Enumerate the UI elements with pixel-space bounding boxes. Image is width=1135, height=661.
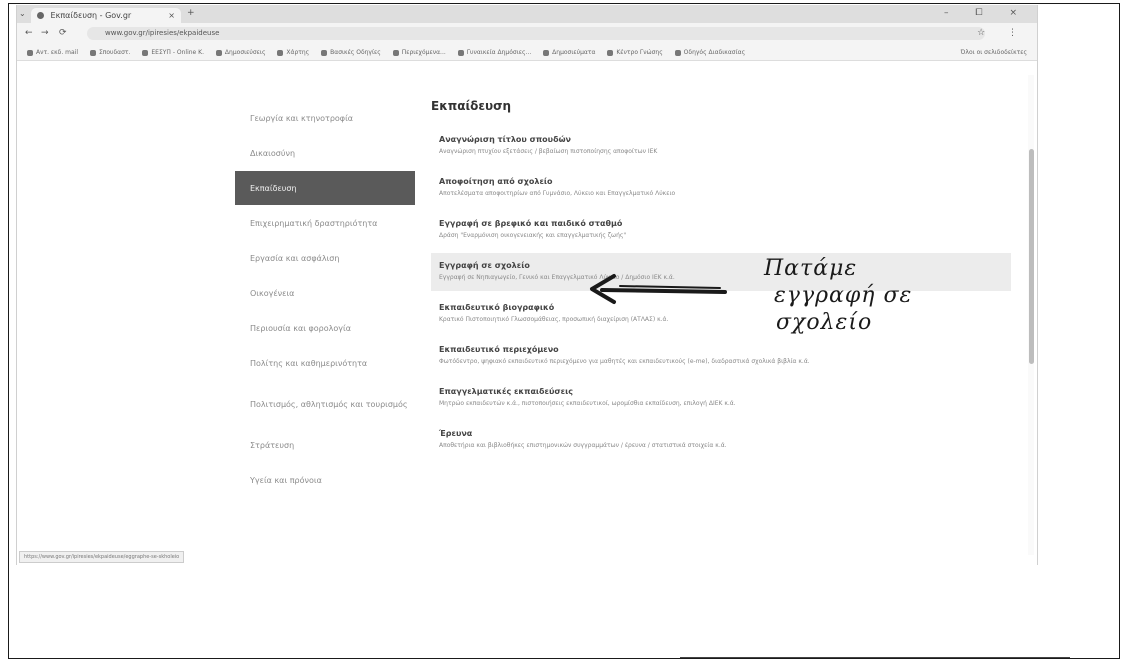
entry-title: Έρευνα	[439, 429, 473, 438]
back-icon[interactable]: ←	[25, 28, 33, 38]
tab-education[interactable]: Εκπαίδευση - Gov.gr ×	[31, 8, 181, 23]
sidebar-item-culture[interactable]: Πολιτισμός, αθλητισμός και τουρισμός	[235, 381, 415, 427]
bookmark-icon	[543, 49, 550, 56]
bookmark-icon	[27, 49, 33, 56]
tab-strip: ⌄ Εκπαίδευση - Gov.gr × + – ⧠ ×	[17, 5, 1037, 23]
bookmark-icon	[607, 49, 614, 56]
bookmark-label: Περιεχόμενα...	[401, 49, 446, 56]
bookmark-label: Βασικές Οδηγίες	[330, 49, 381, 56]
bookmark-item[interactable]: Περιεχόμενα...	[392, 45, 446, 60]
bookmark-item[interactable]: ΕΕΣΥΠ - Online Κ.	[142, 45, 204, 60]
bookmark-icon	[142, 49, 149, 56]
bookmark-item[interactable]: Δημοσιεύματα	[543, 45, 595, 60]
entry-title: Επαγγελματικές εκπαιδεύσεις	[439, 387, 573, 396]
entry-description: Αναγνώριση πτυχίου εξετάσεις / βεβαίωση …	[439, 148, 658, 155]
bookmark-icon	[321, 49, 328, 56]
bookmark-label: Κέντρο Γνώσης	[616, 49, 663, 56]
bookmark-label: ΕΕΣΥΠ - Online Κ.	[151, 49, 204, 56]
tab-close-icon[interactable]: ×	[168, 8, 175, 23]
divider	[680, 657, 1070, 658]
bookmark-item[interactable]: Οδηγός Διαδικασίας	[674, 45, 746, 60]
bookmark-label: Γυναικεία Δημόσιες...	[466, 49, 532, 56]
bookmark-item[interactable]: Γυναικεία Δημόσιες...	[457, 45, 532, 60]
note-line-1: Πατάμε	[764, 256, 858, 281]
entry-description: Μητρώο εκπαιδευτών κ.ά., πιστοποιήσεις ε…	[439, 400, 736, 407]
sidebar-item-employment[interactable]: Εργασία και ασφάλιση	[235, 241, 415, 275]
entry-description: Αποθετήρια και βιβλιοθήκες επιστημονικών…	[439, 442, 727, 449]
note-line-2: εγγραφή σε	[774, 283, 913, 308]
handwritten-note: Πατάμε εγγραφή σε σχολείο	[760, 255, 1000, 336]
status-bar-url: https://www.gov.gr/ipiresies/ekpaideuse/…	[19, 551, 185, 563]
entry-description: Φωτόδεντρο, ψηφιακό εκπαιδευτικό περιεχό…	[439, 358, 810, 365]
service-entry[interactable]: Αναγνώριση τίτλου σπουδών Αναγνώριση πτυ…	[431, 127, 1011, 165]
bookmark-icon	[215, 49, 222, 56]
bookmark-icon	[277, 49, 284, 56]
reload-icon[interactable]: ⟳	[59, 28, 67, 38]
toolbar-right-icons[interactable]: ☆ ⋮	[977, 28, 1027, 38]
scrollbar-thumb[interactable]	[1029, 149, 1034, 364]
bookmark-icon	[674, 49, 681, 56]
bookmark-label: Σπουδαστ.	[98, 49, 131, 56]
service-entry[interactable]: Έρευνα Αποθετήρια και βιβλιοθήκες επιστη…	[431, 421, 1011, 459]
entry-title: Εκπαιδευτικό περιεχόμενο	[439, 345, 559, 354]
window-controls[interactable]: – ⧠ ×	[944, 8, 1029, 18]
sidebar-item-citizen[interactable]: Πολίτης και καθημερινότητα	[235, 346, 415, 380]
note-line-3: σχολείο	[776, 310, 873, 335]
bookmark-label: Χάρτης	[286, 49, 310, 56]
page-title: Εκπαίδευση	[431, 99, 512, 113]
service-entry[interactable]: Εγγραφή σε βρεφικό και παιδικό σταθμό Δρ…	[431, 211, 1011, 249]
sidebar-item-justice[interactable]: Δικαιοσύνη	[235, 136, 415, 170]
favicon-icon	[37, 12, 44, 19]
bookmark-label: Δημοσιεύματα	[552, 49, 596, 56]
bookmarks-bar: Αντ. εκδ. mail Σπουδαστ. ΕΕΣΥΠ - Online …	[17, 45, 1037, 61]
bookmark-item[interactable]: Κέντρο Γνώσης	[607, 45, 663, 60]
bookmark-label: Οδηγός Διαδικασίας	[683, 49, 746, 56]
handwritten-arrow-icon	[590, 274, 727, 304]
all-bookmarks[interactable]: Όλοι οι σελιδοδείκτες	[961, 45, 1027, 60]
sidebar-item-agriculture[interactable]: Γεωργία και κτηνοτροφία	[235, 101, 415, 135]
bookmark-item[interactable]: Βασικές Οδηγίες	[321, 45, 381, 60]
service-entry[interactable]: Επαγγελματικές εκπαιδεύσεις Μητρώο εκπαι…	[431, 379, 1011, 417]
bookmark-label: Αντ. εκδ. mail	[36, 49, 79, 56]
bookmark-item[interactable]: Σπουδαστ.	[89, 45, 131, 60]
entry-description: Αποτελέσματα αποφοιτηρίων από Γυμνάσιο, …	[439, 190, 676, 197]
sidebar-item-family[interactable]: Οικογένεια	[235, 276, 415, 310]
address-bar[interactable]: www.gov.gr/ipiresies/ekpaideuse	[87, 27, 985, 40]
sidebar-item-education[interactable]: Εκπαίδευση	[235, 171, 415, 205]
service-entry[interactable]: Αποφοίτηση από σχολείο Αποτελέσματα αποφ…	[431, 169, 1011, 207]
browser-toolbar: ← → ⟳ www.gov.gr/ipiresies/ekpaideuse ☆ …	[17, 23, 1037, 45]
bookmark-icon	[457, 49, 464, 56]
bookmark-label: Δημοσιεύσεις	[224, 49, 266, 56]
entry-description: Δράση "Εναρμόνιση οικογενειακής και επαγ…	[439, 232, 627, 239]
sidebar-item-business[interactable]: Επιχειρηματική δραστηριότητα	[235, 206, 415, 240]
forward-icon[interactable]: →	[41, 28, 49, 38]
tab-search-icon[interactable]: ⌄	[19, 9, 26, 18]
sidebar-item-health[interactable]: Υγεία και πρόνοια	[235, 463, 415, 497]
bookmark-item[interactable]: Αντ. εκδ. mail	[27, 45, 78, 60]
tab-title: Εκπαίδευση - Gov.gr	[50, 11, 132, 20]
bookmark-icon	[392, 49, 399, 56]
scanned-page: ⌄ Εκπαίδευση - Gov.gr × + – ⧠ × ← → ⟳ ww…	[0, 0, 1135, 661]
category-sidebar: Γεωργία και κτηνοτροφία Δικαιοσύνη Εκπαί…	[235, 101, 415, 498]
bookmark-item[interactable]: Χάρτης	[277, 45, 309, 60]
service-entry[interactable]: Εκπαιδευτικό περιεχόμενο Φωτόδεντρο, ψηφ…	[431, 337, 1011, 375]
entry-title: Αποφοίτηση από σχολείο	[439, 177, 553, 186]
bookmark-item[interactable]: Δημοσιεύσεις	[215, 45, 266, 60]
entry-title: Εγγραφή σε βρεφικό και παιδικό σταθμό	[439, 219, 623, 228]
new-tab-button[interactable]: +	[187, 8, 195, 18]
sidebar-item-property-tax[interactable]: Περιουσία και φορολογία	[235, 311, 415, 345]
sidebar-item-military[interactable]: Στράτευση	[235, 428, 415, 462]
bookmark-icon	[89, 49, 96, 56]
entry-title: Αναγνώριση τίτλου σπουδών	[439, 135, 571, 144]
